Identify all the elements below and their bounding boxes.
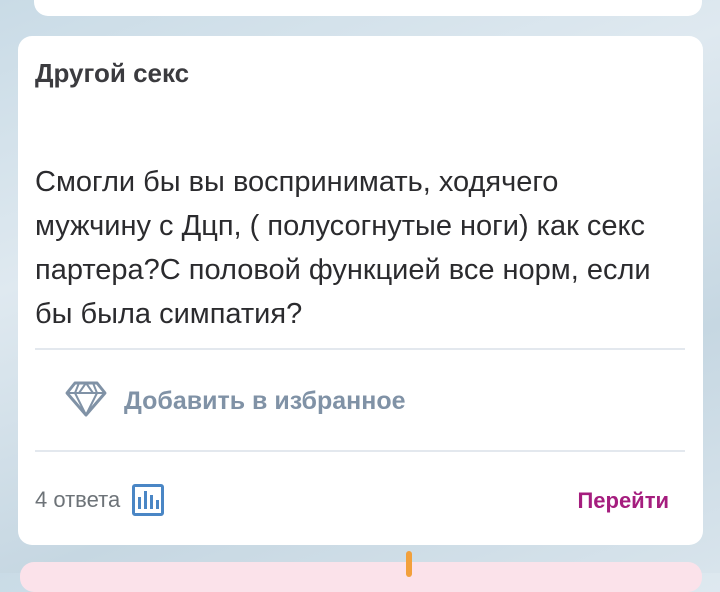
add-to-favorites-button[interactable]: Добавить в избранное (64, 379, 406, 423)
question-card: Другой секс Смогли бы вы воспринимать, х… (18, 36, 703, 545)
favorite-label: Добавить в избранное (124, 386, 406, 415)
goto-button[interactable]: Перейти (577, 488, 669, 514)
category-title: Другой секс (35, 58, 190, 88)
next-card-decoration (406, 551, 412, 577)
previous-card (34, 0, 702, 16)
bar-chart-icon[interactable] (132, 484, 165, 516)
question-text[interactable]: Смогли бы вы воспринимать, ходячего мужч… (35, 160, 675, 336)
divider (35, 450, 685, 452)
diamond-icon (64, 379, 108, 424)
divider (35, 348, 685, 350)
answers-count: 4 ответа (35, 487, 121, 512)
next-card (20, 562, 702, 592)
answers-info: 4 ответа (35, 480, 165, 520)
